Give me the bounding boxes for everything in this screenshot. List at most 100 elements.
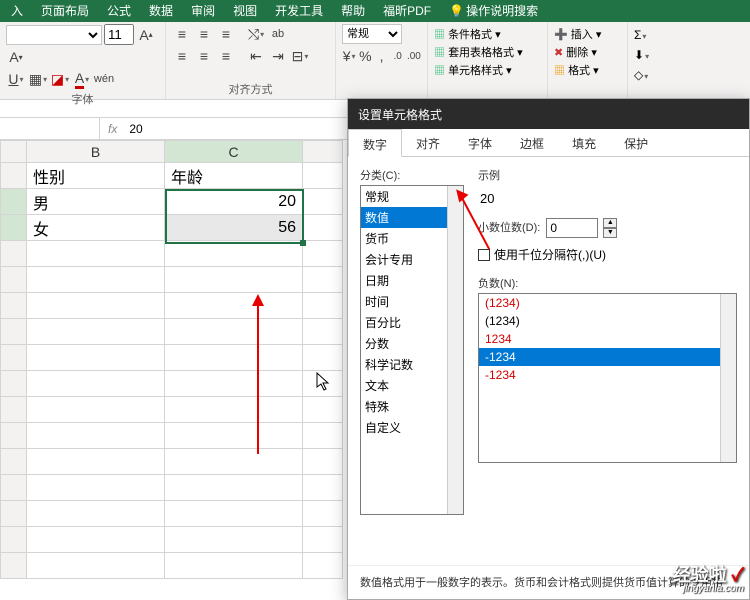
dialog-tab-border[interactable]: 边框 [506,129,558,156]
merge-center-icon[interactable]: ⊟ [290,46,310,66]
negative-option[interactable]: (1234) [479,294,736,312]
column-header[interactable]: B [27,141,165,163]
comma-icon[interactable]: , [374,46,388,66]
increase-decimal-icon[interactable]: .0 [391,46,405,66]
category-label: 分类(C): [360,167,464,183]
negative-option[interactable]: -1234 [479,366,736,384]
row-header[interactable] [1,215,27,241]
decimal-places-input[interactable] [546,218,598,238]
cell[interactable]: 女 [27,215,165,241]
ribbon-tab[interactable]: 开发工具 [266,0,332,22]
dialog-tab-number[interactable]: 数字 [348,129,402,157]
number-format-select[interactable]: 常规 [342,24,402,44]
decrease-decimal-icon[interactable]: .00 [407,46,421,66]
border-icon[interactable]: ▦ [28,69,48,89]
dialog-footer-text: 数值格式用于一般数字的表示。货币和会计格式则提供货币值计算的专用格 [348,565,749,598]
scrollbar[interactable] [447,186,463,514]
conditional-format-button[interactable]: ▦ 条件格式 ▾ [434,26,541,44]
increase-indent-icon[interactable]: ⇥ [268,46,288,66]
dialog-tab-protection[interactable]: 保护 [610,129,662,156]
cell[interactable]: 性别 [27,163,165,189]
clear-icon[interactable]: ◇ [634,66,662,86]
group-label: 字体 [6,89,159,109]
tell-me-icon: 💡 [440,0,466,22]
ribbon-tab-bar: 入 页面布局 公式 数据 审阅 视图 开发工具 帮助 福昕PDF 💡 操作说明搜… [0,0,750,22]
font-family-select[interactable] [6,25,102,45]
ribbon-tab[interactable]: 审阅 [182,0,224,22]
negative-option[interactable]: (1234) [479,312,736,330]
font-size-input[interactable] [104,24,134,45]
ribbon-body: A▴ A▾ U ▦ ◪ A wén 字体 ≡ ≡ ≡ ⤭ ab ≡ [0,22,750,100]
thousand-separator-checkbox[interactable] [478,249,490,261]
ribbon-tab[interactable]: 页面布局 [32,0,98,22]
name-box[interactable] [0,118,100,139]
column-header[interactable]: C [165,141,303,163]
decrease-indent-icon[interactable]: ⇤ [246,46,266,66]
dialog-tabs: 数字 对齐 字体 边框 填充 保护 [348,129,749,157]
negative-option[interactable]: -1234 [479,348,736,366]
font-color-icon[interactable]: A [72,69,92,89]
tell-me-search[interactable]: 操作说明搜索 [466,0,547,22]
alignment-group: ≡ ≡ ≡ ⤭ ab ≡ ≡ ≡ ⇤ ⇥ ⊟ 对齐方式 [166,22,336,99]
ribbon-tab[interactable]: 视图 [224,0,266,22]
cells-group: ➕ 插入 ▾ ✖ 删除 ▾ ▦ 格式 ▾ [548,22,628,99]
ribbon-tab[interactable]: 帮助 [332,0,374,22]
fill-color-icon[interactable]: ◪ [50,69,70,89]
ribbon-tab[interactable]: 入 [2,0,32,22]
annotation-arrow [257,304,259,454]
ribbon-tab[interactable]: 数据 [140,0,182,22]
format-cells-button[interactable]: ▦ 格式 ▾ [554,62,621,80]
underline-icon[interactable]: U [6,69,26,89]
format-cells-dialog: 设置单元格格式 数字 对齐 字体 边框 填充 保护 分类(C): 常规 数值 货… [347,98,750,600]
autosum-icon[interactable]: Σ [634,26,662,46]
row-header[interactable] [1,163,27,189]
negative-label: 负数(N): [478,275,737,291]
format-as-table-button[interactable]: ▦ 套用表格格式 ▾ [434,44,541,62]
align-middle-icon[interactable]: ≡ [194,24,214,44]
cell[interactable]: 男 [27,189,165,215]
cell-styles-button[interactable]: ▦ 单元格样式 ▾ [434,62,541,80]
dialog-title: 设置单元格格式 [348,99,749,129]
align-right-icon[interactable]: ≡ [216,46,236,66]
align-bottom-icon[interactable]: ≡ [216,24,236,44]
decimal-places-label: 小数位数(D): [478,219,540,235]
editing-group: Σ ⬇ ◇ [628,22,668,99]
align-left-icon[interactable]: ≡ [172,46,192,66]
fill-handle[interactable] [300,240,306,246]
cell[interactable]: 年龄 [165,163,303,189]
thousand-separator-label: 使用千位分隔符(,)(U) [494,246,606,263]
spinner-up-icon[interactable]: ▲ [603,218,617,228]
sample-label: 示例 [478,167,737,183]
percent-icon[interactable]: % [358,46,372,66]
dialog-tab-font[interactable]: 字体 [454,129,506,156]
fx-icon[interactable]: fx [100,122,125,136]
cell[interactable]: 20 [165,189,303,215]
number-group: 常规 ¥ % , .0 .00 [336,22,428,99]
ribbon-tab[interactable]: 福昕PDF [374,0,440,22]
category-list[interactable]: 常规 数值 货币 会计专用 日期 时间 百分比 分数 科学记数 文本 特殊 自定… [360,185,464,515]
fill-icon[interactable]: ⬇ [634,46,662,66]
phonetic-icon[interactable]: wén [94,69,114,89]
spinner-down-icon[interactable]: ▼ [603,228,617,238]
delete-cells-button[interactable]: ✖ 删除 ▾ [554,44,621,62]
orientation-icon[interactable]: ⤭ [246,24,266,44]
decrease-font-icon[interactable]: A▾ [6,47,26,67]
row-header[interactable] [1,189,27,215]
increase-font-icon[interactable]: A▴ [136,25,156,45]
align-top-icon[interactable]: ≡ [172,24,192,44]
negative-format-list[interactable]: (1234) (1234) 1234 -1234 -1234 [478,293,737,463]
formula-value[interactable]: 20 [125,122,142,136]
sample-value: 20 [478,185,737,206]
insert-cells-button[interactable]: ➕ 插入 ▾ [554,26,621,44]
ribbon-tab[interactable]: 公式 [98,0,140,22]
styles-group: ▦ 条件格式 ▾ ▦ 套用表格格式 ▾ ▦ 单元格样式 ▾ [428,22,548,99]
dialog-tab-fill[interactable]: 填充 [558,129,610,156]
font-group: A▴ A▾ U ▦ ◪ A wén 字体 [0,22,166,99]
align-center-icon[interactable]: ≡ [194,46,214,66]
scrollbar[interactable] [720,294,736,462]
wrap-text-icon[interactable]: ab [268,24,288,44]
cell[interactable]: 56 [165,215,303,241]
dialog-tab-alignment[interactable]: 对齐 [402,129,454,156]
negative-option[interactable]: 1234 [479,330,736,348]
currency-icon[interactable]: ¥ [342,46,356,66]
